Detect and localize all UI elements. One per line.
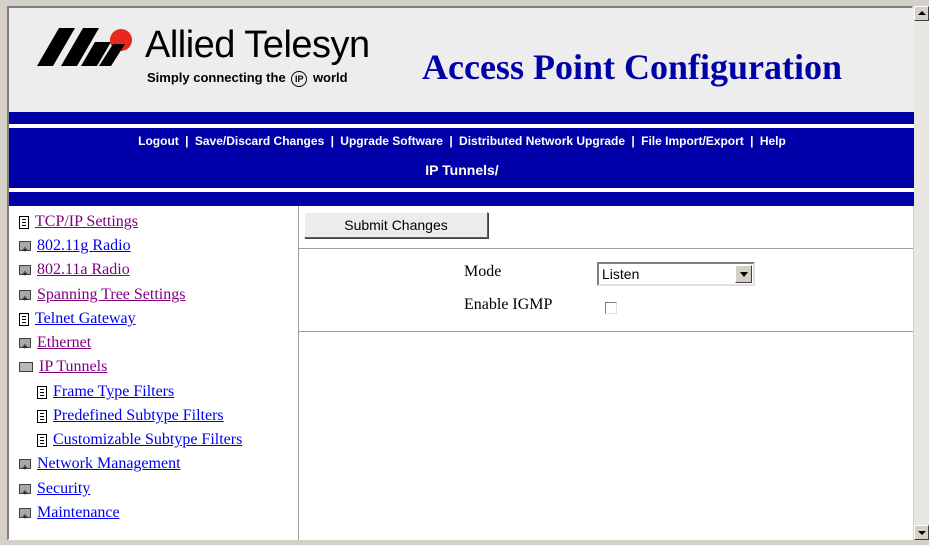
sidebar-tree: TCP/IP Settings 802.11g Radio 802.11a Ra… — [9, 206, 298, 540]
sidebar-item-label[interactable]: Spanning Tree Settings — [37, 283, 185, 307]
tagline-after: world — [312, 70, 348, 85]
folder-closed-icon[interactable] — [19, 456, 31, 480]
nav-help-link[interactable]: Help — [760, 134, 786, 148]
sidebar-item-security[interactable]: Security — [19, 477, 90, 505]
vertical-scrollbar[interactable] — [914, 6, 929, 540]
folder-closed-icon[interactable] — [19, 262, 31, 286]
sidebar-item-label[interactable]: Maintenance — [37, 501, 120, 525]
page-title: Access Point Configuration — [422, 47, 842, 87]
section-title: IP Tunnels/ — [425, 162, 499, 178]
nav-separator: | — [330, 134, 334, 148]
allied-telesyn-logo: Allied Telesyn Simply connecting the IP … — [37, 24, 417, 104]
sidebar-item-ethernet[interactable]: Ethernet — [19, 331, 91, 359]
folder-closed-icon[interactable] — [19, 505, 31, 529]
sidebar-item-label[interactable]: Security — [37, 477, 90, 501]
sidebar-item-label[interactable]: Telnet Gateway — [35, 307, 136, 331]
sidebar-item-telnet-gateway[interactable]: Telnet Gateway — [19, 307, 136, 331]
sidebar-item-label[interactable]: 802.11g Radio — [37, 234, 131, 258]
brand-tagline: Simply connecting the IP world — [147, 70, 348, 87]
nav-distributed-upgrade-link[interactable]: Distributed Network Upgrade — [459, 134, 625, 148]
sidebar-item-label[interactable]: Predefined Subtype Filters — [53, 404, 224, 428]
nav-save-discard-link[interactable]: Save/Discard Changes — [195, 134, 324, 148]
scroll-down-icon[interactable] — [914, 525, 929, 540]
sidebar-item-label[interactable]: Customizable Subtype Filters — [53, 428, 242, 452]
sidebar-item-label[interactable]: Network Management — [37, 452, 181, 476]
tagline-before: Simply connecting the — [147, 70, 286, 85]
nav-links: Logout | Save/Discard Changes | Upgrade … — [9, 134, 915, 148]
sidebar-item-label[interactable]: Ethernet — [37, 331, 91, 355]
submit-changes-button[interactable]: Submit Changes — [304, 212, 488, 238]
tagline-ip-icon: IP — [291, 70, 308, 87]
sidebar-item-network-management[interactable]: Network Management — [19, 452, 181, 480]
enable-igmp-checkbox[interactable] — [605, 302, 617, 314]
folder-closed-icon[interactable] — [19, 335, 31, 359]
sidebar-item-80211g-radio[interactable]: 802.11g Radio — [19, 234, 131, 262]
divider — [299, 248, 913, 249]
sidebar-item-80211a-radio[interactable]: 802.11a Radio — [19, 258, 130, 286]
chevron-down-icon[interactable] — [735, 265, 752, 283]
folder-closed-icon[interactable] — [19, 481, 31, 505]
document-icon — [37, 409, 47, 423]
main-panel: Submit Changes Mode Listen Enable IGMP — [299, 206, 913, 540]
nav-file-import-export-link[interactable]: File Import/Export — [641, 134, 744, 148]
divider — [299, 331, 913, 332]
folder-closed-icon[interactable] — [19, 287, 31, 311]
scroll-up-icon[interactable] — [914, 6, 929, 21]
nav-upgrade-software-link[interactable]: Upgrade Software — [340, 134, 443, 148]
nav-logout-link[interactable]: Logout — [138, 134, 179, 148]
mode-label: Mode — [464, 263, 502, 280]
brand-name: Allied Telesyn — [145, 24, 370, 66]
sidebar-item-predefined-subtype-filters[interactable]: Predefined Subtype Filters — [37, 404, 224, 428]
top-nav: Logout | Save/Discard Changes | Upgrade … — [9, 112, 915, 206]
sidebar-item-label[interactable]: TCP/IP Settings — [35, 210, 138, 234]
browser-frame: Allied Telesyn Simply connecting the IP … — [7, 6, 915, 540]
header: Allied Telesyn Simply connecting the IP … — [9, 8, 915, 112]
nav-bar-bottom — [9, 192, 915, 206]
folder-closed-icon[interactable] — [19, 238, 31, 262]
nav-separator: | — [449, 134, 453, 148]
sidebar-item-label[interactable]: Frame Type Filters — [53, 380, 174, 404]
nav-separator: | — [750, 134, 754, 148]
mode-select-value: Listen — [602, 266, 640, 282]
sidebar-item-maintenance[interactable]: Maintenance — [19, 501, 120, 529]
sidebar-item-label[interactable]: IP Tunnels — [39, 355, 107, 379]
sidebar-item-customizable-subtype-filters[interactable]: Customizable Subtype Filters — [37, 428, 242, 452]
mode-select[interactable]: Listen — [597, 262, 755, 286]
enable-igmp-label: Enable IGMP — [464, 296, 553, 313]
document-icon — [19, 215, 29, 229]
sidebar-item-ip-tunnels[interactable]: IP Tunnels — [19, 355, 107, 379]
folder-open-icon[interactable] — [19, 362, 33, 372]
document-icon — [37, 385, 47, 399]
sidebar-item-frame-type-filters[interactable]: Frame Type Filters — [37, 380, 174, 404]
logo-mark-icon — [37, 28, 132, 66]
nav-separator: | — [185, 134, 189, 148]
sidebar-item-spanning-tree[interactable]: Spanning Tree Settings — [19, 283, 185, 311]
document-icon — [19, 312, 29, 326]
document-icon — [37, 433, 47, 447]
sidebar-item-tcpip-settings[interactable]: TCP/IP Settings — [19, 210, 138, 234]
sidebar-item-label[interactable]: 802.11a Radio — [37, 258, 130, 282]
nav-separator: | — [631, 134, 635, 148]
nav-bar-top — [9, 112, 915, 124]
